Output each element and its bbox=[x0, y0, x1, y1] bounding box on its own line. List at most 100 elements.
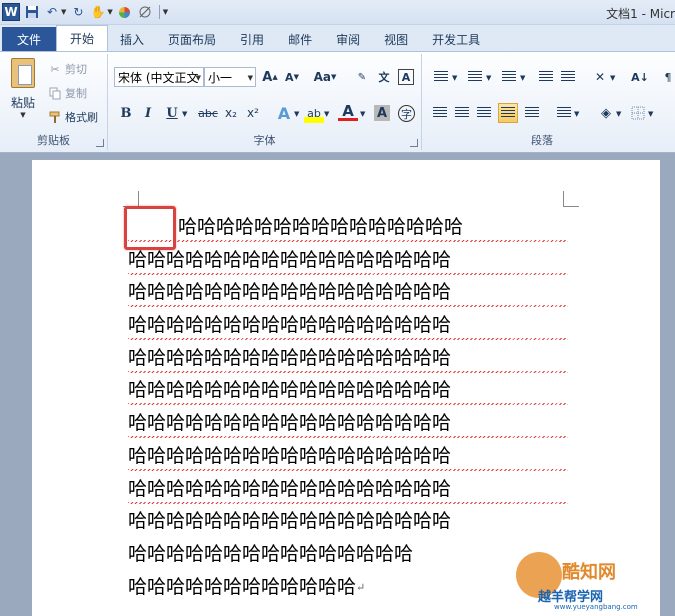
phonetic-guide-button[interactable]: 文 bbox=[374, 67, 394, 87]
tab-page-layout[interactable]: 页面布局 bbox=[156, 27, 228, 51]
text-effects-icon[interactable]: A bbox=[274, 103, 294, 123]
format-painter-button[interactable]: 格式刷 bbox=[48, 108, 98, 126]
borders-dropdown-icon[interactable]: ▼ bbox=[648, 110, 653, 118]
cut-button[interactable]: ✂ 剪切 bbox=[48, 60, 87, 78]
tab-home[interactable]: 开始 bbox=[56, 25, 109, 51]
color-wheel-icon[interactable] bbox=[117, 4, 133, 20]
align-right-icon[interactable] bbox=[474, 103, 494, 123]
title-bar: W ↶ ▼ ↻ ✋ ▼ ▼ 文档1 - Micr bbox=[0, 0, 675, 25]
bullets-dropdown-icon[interactable]: ▼ bbox=[452, 74, 457, 82]
font-launcher-icon[interactable] bbox=[410, 139, 418, 147]
subscript-button[interactable]: x₂ bbox=[221, 103, 241, 123]
clipboard-launcher-icon[interactable] bbox=[96, 139, 104, 147]
enclose-characters-button[interactable]: 字 bbox=[398, 105, 415, 122]
doc-line[interactable]: 哈哈哈哈哈哈哈哈哈哈哈哈哈哈哈哈哈 bbox=[128, 375, 568, 408]
shading-icon[interactable]: ◈ bbox=[596, 103, 616, 123]
tab-developer[interactable]: 开发工具 bbox=[420, 27, 492, 51]
doc-line-text: 哈哈哈哈哈哈哈哈哈哈哈哈哈哈哈 bbox=[128, 542, 414, 565]
doc-line[interactable]: 哈哈哈哈哈哈哈哈哈哈哈哈哈哈哈 bbox=[128, 539, 568, 572]
doc-line-text: 哈哈哈哈哈哈哈哈哈哈哈哈哈哈哈哈哈 bbox=[128, 444, 452, 467]
paste-button[interactable]: 粘贴 ▼ bbox=[6, 58, 40, 128]
tab-review[interactable]: 审阅 bbox=[324, 27, 372, 51]
tab-view[interactable]: 视图 bbox=[372, 27, 420, 51]
character-shading-icon[interactable]: A bbox=[374, 105, 390, 121]
doc-line[interactable]: 哈哈哈哈哈哈哈哈哈哈哈哈哈哈哈哈哈 bbox=[128, 245, 568, 278]
font-size-dropdown-icon[interactable]: ▼ bbox=[248, 74, 253, 82]
save-icon[interactable] bbox=[24, 4, 40, 20]
clear-format-icon[interactable]: ✎ bbox=[352, 67, 372, 87]
italic-button[interactable]: I bbox=[138, 103, 158, 123]
tab-mailings[interactable]: 邮件 bbox=[276, 27, 324, 51]
distributed-icon[interactable] bbox=[522, 103, 542, 123]
tab-insert[interactable]: 插入 bbox=[108, 27, 156, 51]
show-marks-icon[interactable]: ¶ bbox=[658, 67, 675, 87]
touch-mode-icon[interactable]: ✋ bbox=[90, 4, 106, 20]
doc-line-text: 哈哈哈哈哈哈哈哈哈哈哈哈哈哈哈哈哈 bbox=[128, 477, 452, 500]
touch-dropdown-icon[interactable]: ▼ bbox=[107, 8, 112, 16]
tab-references[interactable]: 引用 bbox=[228, 27, 276, 51]
font-size-combo[interactable]: 小一 ▼ bbox=[204, 67, 256, 87]
change-case-button[interactable]: Aa ▼ bbox=[312, 67, 338, 87]
doc-line[interactable]: 哈哈哈哈哈哈哈哈哈哈哈哈哈哈哈哈哈 bbox=[128, 408, 568, 441]
align-center-icon[interactable] bbox=[452, 103, 472, 123]
undo-dropdown-icon[interactable]: ▼ bbox=[61, 8, 66, 16]
doc-line[interactable]: 哈哈哈哈哈哈哈哈哈哈哈哈哈哈哈哈哈 bbox=[128, 310, 568, 343]
asian-layout-dropdown-icon[interactable]: ▼ bbox=[610, 74, 615, 82]
numbering-icon[interactable] bbox=[464, 67, 486, 87]
underline-dropdown-icon[interactable]: ▼ bbox=[182, 110, 187, 118]
doc-line[interactable]: 哈哈哈哈哈哈哈哈哈哈哈哈哈哈哈哈哈 bbox=[128, 277, 568, 310]
redo-icon[interactable]: ↻ bbox=[70, 4, 86, 20]
grow-font-icon: A bbox=[262, 69, 273, 85]
tab-file[interactable]: 文件 bbox=[2, 27, 56, 51]
font-color-icon[interactable]: A bbox=[338, 102, 358, 121]
doc-line[interactable]: 哈哈哈哈哈哈哈哈哈哈哈哈哈哈哈哈哈 bbox=[128, 343, 568, 376]
copy-button[interactable]: 复制 bbox=[48, 84, 87, 102]
paste-label: 粘贴 bbox=[10, 96, 35, 110]
italic-icon: I bbox=[144, 105, 152, 121]
shading-dropdown-icon[interactable]: ▼ bbox=[616, 110, 621, 118]
draw-icon[interactable] bbox=[137, 4, 153, 20]
doc-line-text: 哈哈哈哈哈哈哈哈哈哈哈哈哈哈哈 bbox=[178, 216, 464, 238]
text-effects-dropdown-icon[interactable]: ▼ bbox=[294, 110, 299, 118]
doc-line[interactable]: 哈哈哈哈哈哈哈哈哈哈哈哈哈哈哈哈哈 bbox=[128, 506, 568, 539]
grow-font-button[interactable]: A ▲ bbox=[260, 67, 280, 87]
paragraph-group-label: 段落 bbox=[531, 134, 553, 147]
increase-indent-icon[interactable] bbox=[558, 67, 578, 87]
word-app-icon[interactable]: W bbox=[2, 3, 20, 21]
numbering-dropdown-icon[interactable]: ▼ bbox=[486, 74, 491, 82]
line-spacing-icon[interactable] bbox=[554, 103, 574, 123]
strikethrough-button[interactable]: abc bbox=[196, 103, 220, 123]
paste-dropdown-icon[interactable]: ▼ bbox=[20, 111, 25, 119]
font-color-dropdown-icon[interactable]: ▼ bbox=[360, 110, 365, 118]
doc-line[interactable]: 哈哈哈哈哈哈哈哈哈哈哈哈哈哈哈哈哈 bbox=[128, 474, 568, 507]
doc-line-text: 哈哈哈哈哈哈哈哈哈哈哈哈哈哈哈哈哈 bbox=[128, 510, 452, 533]
justify-icon[interactable] bbox=[498, 103, 518, 123]
doc-line[interactable]: 哈哈哈哈哈哈哈哈哈哈哈哈↵ bbox=[128, 572, 568, 605]
undo-icon[interactable]: ↶ bbox=[44, 4, 60, 20]
borders-icon[interactable] bbox=[628, 103, 648, 123]
asian-layout-icon[interactable]: ✕ bbox=[590, 67, 610, 87]
shrink-font-button[interactable]: A ▼ bbox=[282, 67, 302, 87]
font-name-dropdown-icon[interactable]: ▼ bbox=[196, 74, 201, 82]
doc-line[interactable]: 哈哈哈哈哈哈哈哈哈哈哈哈哈哈哈哈哈 bbox=[128, 441, 568, 474]
character-border-button[interactable]: A bbox=[398, 69, 414, 85]
superscript-button[interactable]: x² bbox=[243, 103, 263, 123]
bullets-icon[interactable] bbox=[430, 67, 452, 87]
doc-line[interactable]: 哈哈哈哈哈哈哈哈哈哈哈哈哈哈哈 bbox=[128, 212, 568, 245]
document-text[interactable]: 哈哈哈哈哈哈哈哈哈哈哈哈哈哈哈 哈哈哈哈哈哈哈哈哈哈哈哈哈哈哈哈哈 哈哈哈哈哈哈… bbox=[128, 212, 568, 604]
copy-label: 复制 bbox=[65, 87, 87, 100]
sort-icon[interactable]: A↓ bbox=[630, 67, 650, 87]
line-spacing-dropdown-icon[interactable]: ▼ bbox=[574, 110, 579, 118]
multilevel-list-icon[interactable] bbox=[498, 67, 520, 87]
multilevel-dropdown-icon[interactable]: ▼ bbox=[520, 74, 525, 82]
highlight-dropdown-icon[interactable]: ▼ bbox=[324, 110, 329, 118]
align-left-icon[interactable] bbox=[430, 103, 450, 123]
underline-button[interactable]: U bbox=[162, 103, 182, 123]
highlight-icon[interactable]: ab bbox=[304, 103, 324, 123]
customize-qat-icon[interactable]: ▼ bbox=[163, 8, 168, 16]
bold-button[interactable]: B bbox=[116, 103, 136, 123]
quick-access-toolbar: W ↶ ▼ ↻ ✋ ▼ ▼ bbox=[0, 3, 168, 21]
subscript-icon: x₂ bbox=[225, 106, 237, 120]
decrease-indent-icon[interactable] bbox=[536, 67, 556, 87]
font-name-combo[interactable]: 宋体 (中文正文 ▼ bbox=[114, 67, 204, 87]
